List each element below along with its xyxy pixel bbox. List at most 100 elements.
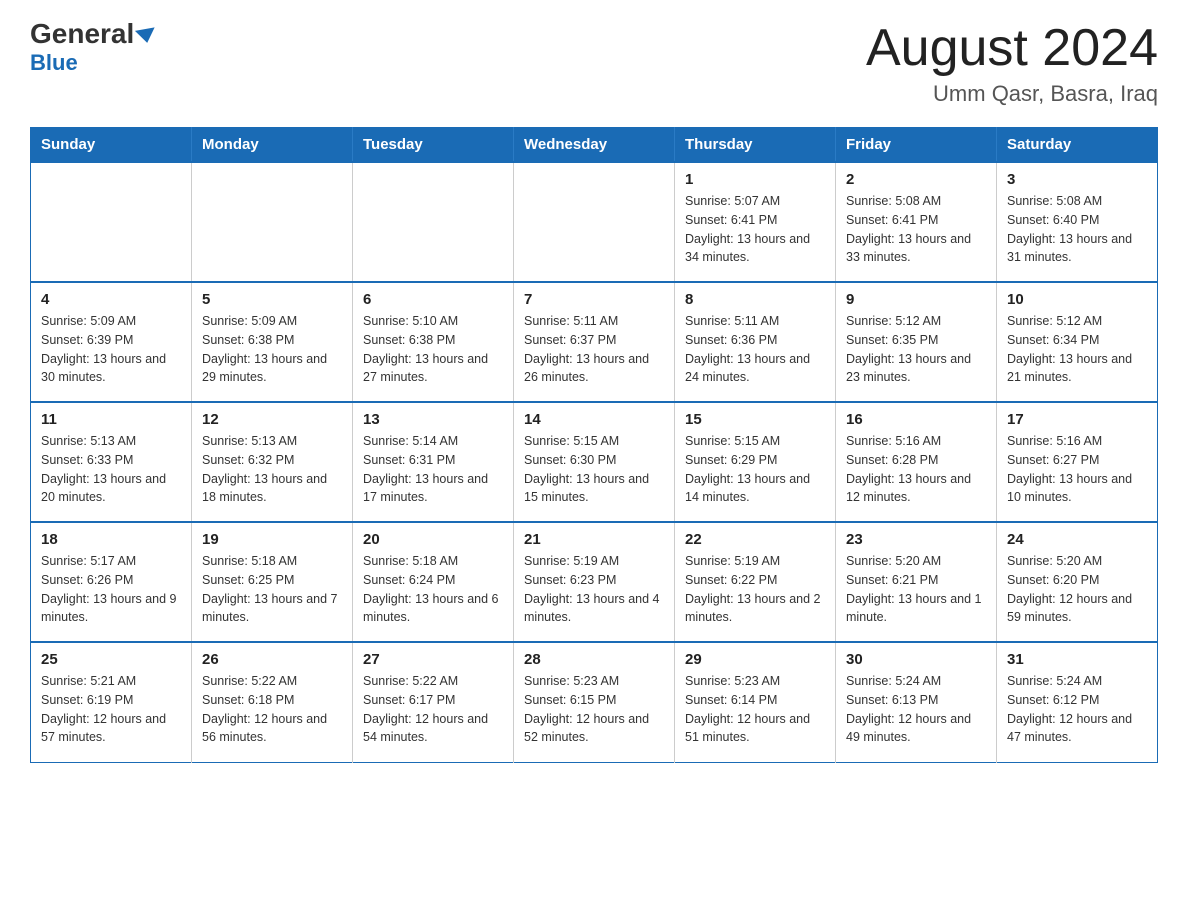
day-number: 31 [1007, 651, 1147, 668]
day-number: 17 [1007, 411, 1147, 428]
calendar-cell: 31 Sunrise: 5:24 AM Sunset: 6:12 PM Dayli… [997, 642, 1158, 762]
calendar-cell: 28 Sunrise: 5:23 AM Sunset: 6:15 PM Dayli… [514, 642, 675, 762]
calendar-cell: 14 Sunrise: 5:15 AM Sunset: 6:30 PM Dayli… [514, 402, 675, 522]
calendar-cell: 12 Sunrise: 5:13 AM Sunset: 6:32 PM Dayli… [192, 402, 353, 522]
day-info: Sunrise: 5:12 AM Sunset: 6:35 PM Dayligh… [846, 312, 986, 387]
day-number: 10 [1007, 291, 1147, 308]
day-number: 13 [363, 411, 503, 428]
weekday-header-saturday: Saturday [997, 128, 1158, 163]
weekday-header-wednesday: Wednesday [514, 128, 675, 163]
calendar-cell: 8Sunrise: 5:11 AM Sunset: 6:36 PM Daylig… [675, 282, 836, 402]
day-info: Sunrise: 5:18 AM Sunset: 6:25 PM Dayligh… [202, 552, 342, 627]
calendar-table: SundayMondayTuesdayWednesdayThursdayFrid… [30, 127, 1158, 763]
calendar-cell: 27Sunrise: 5:22 AM Sunset: 6:17 PM Dayli… [353, 642, 514, 762]
weekday-header-thursday: Thursday [675, 128, 836, 163]
day-number: 30 [846, 651, 986, 668]
day-number: 6 [363, 291, 503, 308]
weekday-header-tuesday: Tuesday [353, 128, 514, 163]
calendar-cell: 2 Sunrise: 5:08 AM Sunset: 6:41 PM Daylig… [836, 162, 997, 282]
calendar-cell: 23Sunrise: 5:20 AM Sunset: 6:21 PM Dayli… [836, 522, 997, 642]
day-info: Sunrise: 5:13 AM Sunset: 6:33 PM Dayligh… [41, 432, 181, 507]
day-info: Sunrise: 5:15 AM Sunset: 6:30 PM Dayligh… [524, 432, 664, 507]
day-info: Sunrise: 5:10 AM Sunset: 6:38 PM Dayligh… [363, 312, 503, 387]
day-number: 14 [524, 411, 664, 428]
day-info: Sunrise: 5:09 AM Sunset: 6:39 PM Dayligh… [41, 312, 181, 387]
calendar-cell: 19 Sunrise: 5:18 AM Sunset: 6:25 PM Dayli… [192, 522, 353, 642]
day-number: 26 [202, 651, 342, 668]
calendar-cell: 22 Sunrise: 5:19 AM Sunset: 6:22 PM Dayli… [675, 522, 836, 642]
day-info: Sunrise: 5:15 AM Sunset: 6:29 PM Dayligh… [685, 432, 825, 507]
calendar-cell: 11 Sunrise: 5:13 AM Sunset: 6:33 PM Dayli… [31, 402, 192, 522]
day-info: Sunrise: 5:16 AM Sunset: 6:28 PM Dayligh… [846, 432, 986, 507]
calendar-cell: 7Sunrise: 5:11 AM Sunset: 6:37 PM Daylig… [514, 282, 675, 402]
day-number: 12 [202, 411, 342, 428]
calendar-week-5: 25 Sunrise: 5:21 AM Sunset: 6:19 PM Dayli… [31, 642, 1158, 762]
day-number: 29 [685, 651, 825, 668]
calendar-cell: 10Sunrise: 5:12 AM Sunset: 6:34 PM Dayli… [997, 282, 1158, 402]
day-info: Sunrise: 5:20 AM Sunset: 6:20 PM Dayligh… [1007, 552, 1147, 627]
calendar-cell: 29 Sunrise: 5:23 AM Sunset: 6:14 PM Dayli… [675, 642, 836, 762]
calendar-cell: 9Sunrise: 5:12 AM Sunset: 6:35 PM Daylig… [836, 282, 997, 402]
day-number: 22 [685, 531, 825, 548]
calendar-cell: 16 Sunrise: 5:16 AM Sunset: 6:28 PM Dayli… [836, 402, 997, 522]
calendar-cell: 6 Sunrise: 5:10 AM Sunset: 6:38 PM Daylig… [353, 282, 514, 402]
day-info: Sunrise: 5:19 AM Sunset: 6:23 PM Dayligh… [524, 552, 664, 627]
logo-arrow-icon [135, 27, 157, 44]
day-number: 28 [524, 651, 664, 668]
day-info: Sunrise: 5:23 AM Sunset: 6:14 PM Dayligh… [685, 672, 825, 747]
day-info: Sunrise: 5:08 AM Sunset: 6:41 PM Dayligh… [846, 192, 986, 267]
day-number: 19 [202, 531, 342, 548]
day-info: Sunrise: 5:11 AM Sunset: 6:36 PM Dayligh… [685, 312, 825, 387]
page-header: General Blue August 2024 Umm Qasr, Basra… [30, 20, 1158, 107]
day-number: 11 [41, 411, 181, 428]
weekday-header-row: SundayMondayTuesdayWednesdayThursdayFrid… [31, 128, 1158, 163]
day-number: 2 [846, 171, 986, 188]
day-info: Sunrise: 5:07 AM Sunset: 6:41 PM Dayligh… [685, 192, 825, 267]
calendar-header: SundayMondayTuesdayWednesdayThursdayFrid… [31, 128, 1158, 163]
weekday-header-sunday: Sunday [31, 128, 192, 163]
title-area: August 2024 Umm Qasr, Basra, Iraq [866, 20, 1158, 107]
day-info: Sunrise: 5:21 AM Sunset: 6:19 PM Dayligh… [41, 672, 181, 747]
day-info: Sunrise: 5:14 AM Sunset: 6:31 PM Dayligh… [363, 432, 503, 507]
day-info: Sunrise: 5:22 AM Sunset: 6:18 PM Dayligh… [202, 672, 342, 747]
calendar-cell: 30 Sunrise: 5:24 AM Sunset: 6:13 PM Dayli… [836, 642, 997, 762]
weekday-header-friday: Friday [836, 128, 997, 163]
day-info: Sunrise: 5:20 AM Sunset: 6:21 PM Dayligh… [846, 552, 986, 627]
logo-top: General [30, 20, 156, 48]
calendar-week-3: 11 Sunrise: 5:13 AM Sunset: 6:33 PM Dayli… [31, 402, 1158, 522]
day-number: 27 [363, 651, 503, 668]
day-info: Sunrise: 5:24 AM Sunset: 6:12 PM Dayligh… [1007, 672, 1147, 747]
day-number: 25 [41, 651, 181, 668]
day-info: Sunrise: 5:18 AM Sunset: 6:24 PM Dayligh… [363, 552, 503, 627]
calendar-cell: 20 Sunrise: 5:18 AM Sunset: 6:24 PM Dayli… [353, 522, 514, 642]
day-number: 4 [41, 291, 181, 308]
day-info: Sunrise: 5:23 AM Sunset: 6:15 PM Dayligh… [524, 672, 664, 747]
day-info: Sunrise: 5:11 AM Sunset: 6:37 PM Dayligh… [524, 312, 664, 387]
calendar-cell: 18 Sunrise: 5:17 AM Sunset: 6:26 PM Dayli… [31, 522, 192, 642]
month-title: August 2024 [866, 20, 1158, 77]
day-number: 20 [363, 531, 503, 548]
day-number: 24 [1007, 531, 1147, 548]
day-info: Sunrise: 5:16 AM Sunset: 6:27 PM Dayligh… [1007, 432, 1147, 507]
weekday-header-monday: Monday [192, 128, 353, 163]
day-info: Sunrise: 5:17 AM Sunset: 6:26 PM Dayligh… [41, 552, 181, 627]
location-subtitle: Umm Qasr, Basra, Iraq [866, 81, 1158, 107]
calendar-cell [192, 162, 353, 282]
calendar-cell [514, 162, 675, 282]
calendar-cell: 15Sunrise: 5:15 AM Sunset: 6:29 PM Dayli… [675, 402, 836, 522]
logo-bottom: Blue [30, 50, 78, 76]
day-info: Sunrise: 5:24 AM Sunset: 6:13 PM Dayligh… [846, 672, 986, 747]
day-info: Sunrise: 5:19 AM Sunset: 6:22 PM Dayligh… [685, 552, 825, 627]
calendar-week-4: 18 Sunrise: 5:17 AM Sunset: 6:26 PM Dayli… [31, 522, 1158, 642]
day-info: Sunrise: 5:13 AM Sunset: 6:32 PM Dayligh… [202, 432, 342, 507]
day-number: 18 [41, 531, 181, 548]
calendar-cell: 26 Sunrise: 5:22 AM Sunset: 6:18 PM Dayli… [192, 642, 353, 762]
day-info: Sunrise: 5:09 AM Sunset: 6:38 PM Dayligh… [202, 312, 342, 387]
logo: General Blue [30, 20, 156, 76]
calendar-cell: 24 Sunrise: 5:20 AM Sunset: 6:20 PM Dayli… [997, 522, 1158, 642]
calendar-body: 1Sunrise: 5:07 AM Sunset: 6:41 PM Daylig… [31, 162, 1158, 762]
calendar-cell: 1Sunrise: 5:07 AM Sunset: 6:41 PM Daylig… [675, 162, 836, 282]
day-number: 16 [846, 411, 986, 428]
calendar-cell: 13 Sunrise: 5:14 AM Sunset: 6:31 PM Dayli… [353, 402, 514, 522]
calendar-cell: 25 Sunrise: 5:21 AM Sunset: 6:19 PM Dayli… [31, 642, 192, 762]
